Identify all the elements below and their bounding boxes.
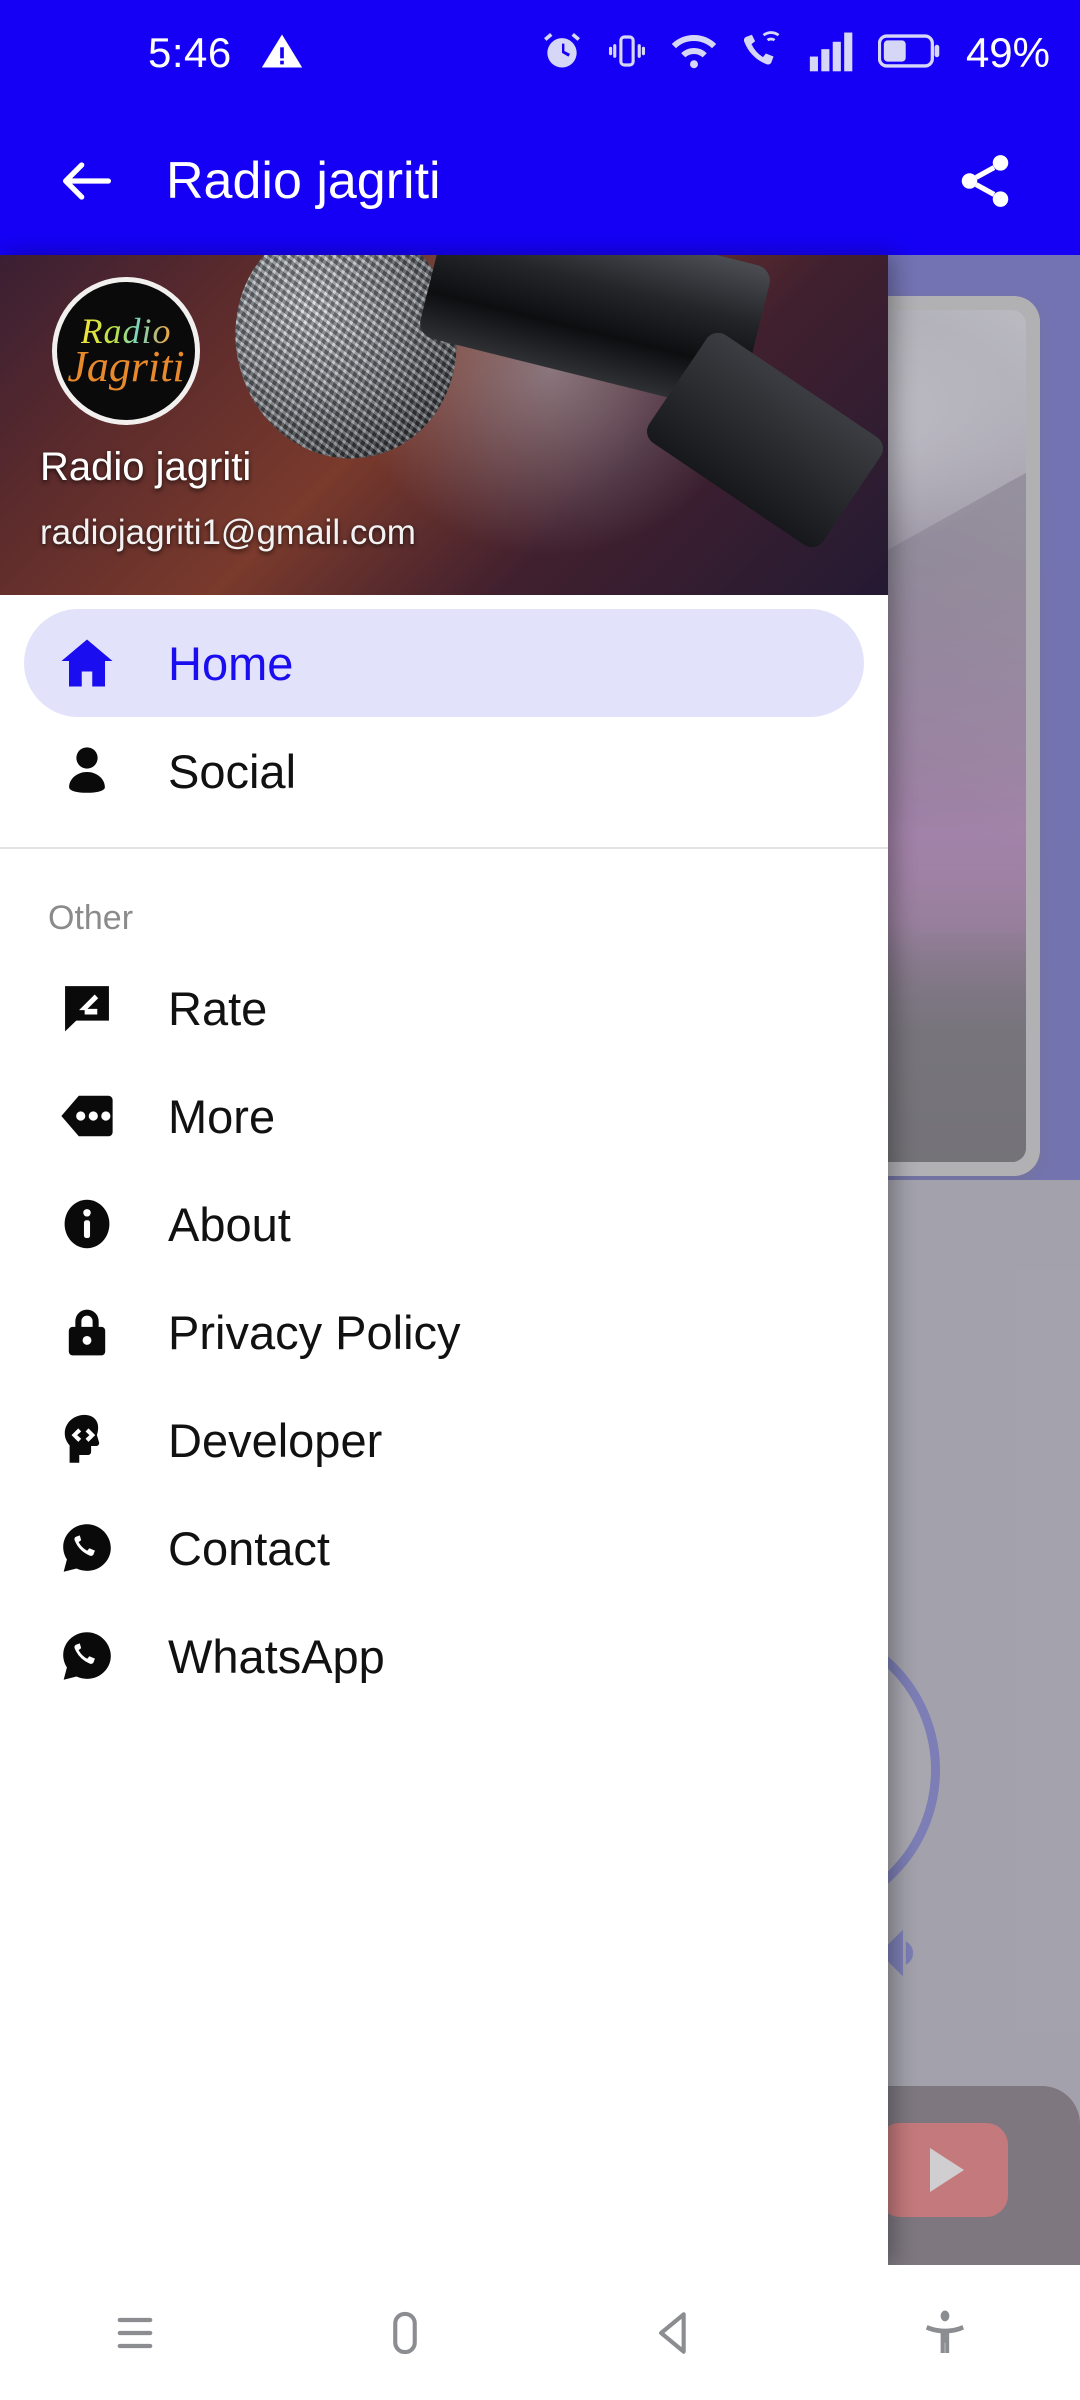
vibrate-icon	[606, 30, 648, 77]
drawer-item-home[interactable]: Home	[24, 609, 864, 717]
person-icon	[56, 740, 118, 802]
accessibility-icon[interactable]	[810, 2265, 1080, 2400]
status-bar-right: 49%	[540, 27, 1050, 80]
drawer-item-more-label: More	[168, 1089, 276, 1143]
navigation-drawer: Radio Jagriti Radio jagriti radiojagriti…	[0, 255, 888, 2265]
back-button-icon[interactable]	[540, 2265, 810, 2400]
avatar-logo-line2: Jagriti	[67, 342, 185, 391]
drawer-section-label-other: Other	[48, 899, 134, 937]
drawer-item-social[interactable]: Social	[24, 717, 864, 825]
back-arrow-icon[interactable]	[52, 146, 122, 216]
drawer-item-contact-label: Contact	[168, 1521, 330, 1575]
drawer-primary-menu: Home Social Other Rate More About Privac…	[0, 595, 888, 1710]
whatsapp-icon	[56, 1625, 118, 1687]
drawer-item-rate-label: Rate	[168, 981, 268, 1035]
drawer-item-privacy-policy-label: Privacy Policy	[168, 1305, 461, 1359]
drawer-item-developer-label: Developer	[168, 1413, 383, 1467]
drawer-item-rate[interactable]: Rate	[24, 954, 864, 1062]
lock-icon	[56, 1301, 118, 1363]
rate-review-icon	[56, 977, 118, 1039]
status-bar: 5:46 49%	[0, 0, 1080, 106]
share-icon[interactable]	[950, 146, 1020, 216]
drawer-item-about[interactable]: About	[24, 1170, 864, 1278]
drawer-item-whatsapp-label: WhatsApp	[168, 1629, 385, 1683]
battery-icon	[877, 33, 940, 73]
warning-triangle-icon	[260, 29, 304, 78]
home-icon	[56, 632, 118, 694]
drawer-item-home-label: Home	[168, 636, 294, 690]
alarm-clock-icon	[540, 29, 584, 78]
home-button-icon[interactable]	[270, 2265, 540, 2400]
status-bar-left: 5:46	[148, 29, 304, 78]
drawer-header: Radio Jagriti Radio jagriti radiojagriti…	[0, 255, 888, 595]
system-navigation-bar	[0, 2265, 1080, 2400]
app-bar: Radio jagriti	[0, 106, 1080, 255]
battery-percent-text: 49%	[965, 29, 1050, 76]
drawer-item-social-label: Social	[168, 744, 297, 798]
info-icon	[56, 1193, 118, 1255]
wifi-calling-icon	[740, 28, 786, 79]
drawer-item-contact[interactable]: Contact	[24, 1494, 864, 1602]
drawer-item-more[interactable]: More	[24, 1062, 864, 1170]
signal-bars-icon	[808, 30, 856, 77]
drawer-item-developer[interactable]: Developer	[24, 1386, 864, 1494]
recent-apps-icon[interactable]	[0, 2265, 270, 2400]
account-name: Radio jagriti	[40, 445, 252, 489]
drawer-item-about-label: About	[168, 1197, 291, 1251]
clock-text: 5:46	[148, 29, 232, 76]
drawer-item-whatsapp[interactable]: WhatsApp	[24, 1602, 864, 1710]
avatar[interactable]: Radio Jagriti	[52, 277, 200, 425]
account-email: radiojagriti1@gmail.com	[40, 513, 416, 552]
more-horiz-icon	[56, 1085, 118, 1147]
drawer-item-privacy-policy[interactable]: Privacy Policy	[24, 1278, 864, 1386]
wifi-icon	[670, 27, 718, 80]
whatsapp-icon	[56, 1517, 118, 1579]
developer-head-code-icon	[56, 1409, 118, 1471]
page-title: Radio jagriti	[166, 151, 441, 210]
